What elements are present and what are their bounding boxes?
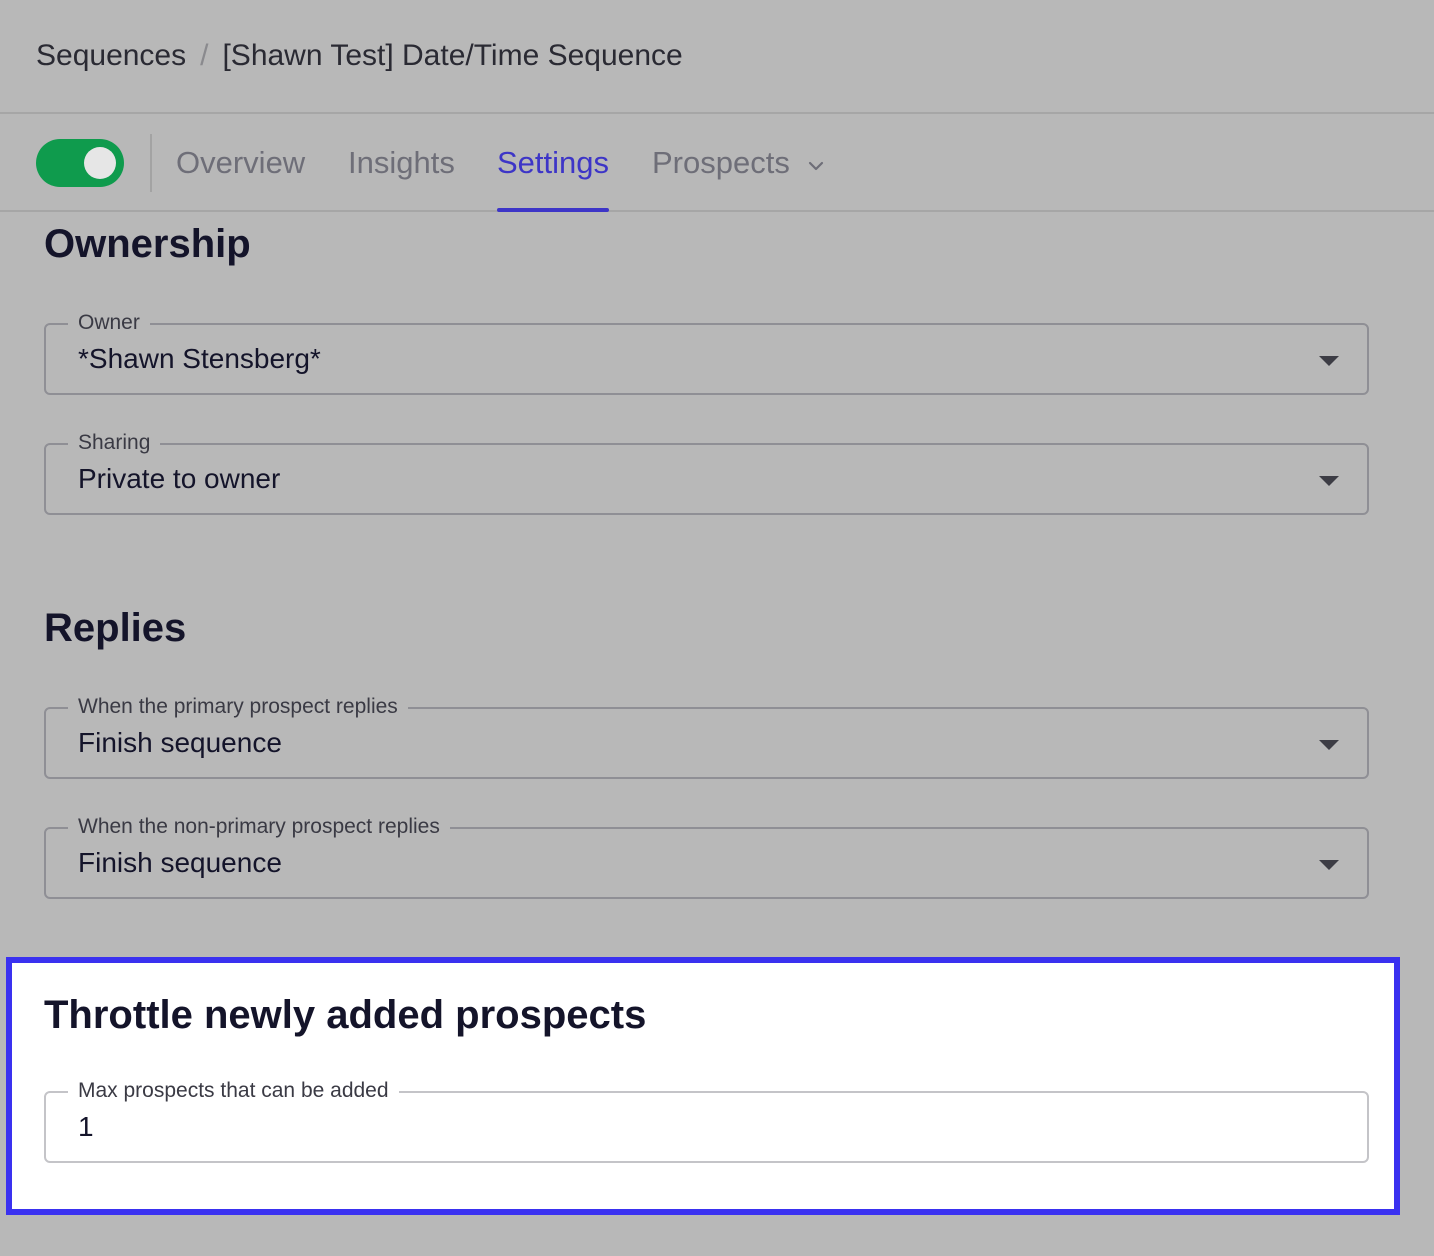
breadcrumb-sequences-link[interactable]: Sequences xyxy=(36,39,186,73)
throttle-highlight-box: Throttle newly added prospects Max prosp… xyxy=(6,957,1400,1215)
tab-divider xyxy=(150,134,152,192)
primary-reply-value: Finish sequence xyxy=(78,727,282,758)
sharing-value: Private to owner xyxy=(78,463,281,494)
owner-select[interactable]: Owner *Shawn Stensberg* xyxy=(44,311,1369,395)
toggle-knob xyxy=(84,147,116,179)
tab-insights[interactable]: Insights xyxy=(348,114,455,210)
replies-section-title: Replies xyxy=(44,606,187,650)
sharing-label: Sharing xyxy=(68,431,161,455)
sequence-active-toggle[interactable] xyxy=(36,139,124,187)
non-primary-reply-select[interactable]: When the non-primary prospect replies Fi… xyxy=(44,815,1369,899)
max-prospects-input[interactable]: Max prospects that can be added 1 xyxy=(44,1079,1369,1163)
dropdown-caret-icon xyxy=(1319,476,1339,486)
breadcrumb-separator: / xyxy=(200,39,209,72)
ownership-section-title: Ownership xyxy=(44,222,251,266)
chevron-down-icon xyxy=(808,112,824,210)
primary-reply-select[interactable]: When the primary prospect replies Finish… xyxy=(44,695,1369,779)
tab-settings[interactable]: Settings xyxy=(497,114,610,212)
dropdown-caret-icon xyxy=(1319,356,1339,366)
sharing-select[interactable]: Sharing Private to owner xyxy=(44,431,1369,515)
primary-reply-label: When the primary prospect replies xyxy=(68,695,408,719)
tab-overview[interactable]: Overview xyxy=(176,114,305,210)
breadcrumb: Sequences / [Shawn Test] Date/Time Seque… xyxy=(36,39,683,73)
owner-label: Owner xyxy=(68,311,150,335)
owner-value: *Shawn Stensberg* xyxy=(78,343,321,374)
breadcrumb-current: [Shawn Test] Date/Time Sequence xyxy=(222,39,683,72)
non-primary-reply-value: Finish sequence xyxy=(78,847,282,878)
dropdown-caret-icon xyxy=(1319,860,1339,870)
max-prospects-label: Max prospects that can be added xyxy=(68,1079,399,1103)
page-header: Sequences / [Shawn Test] Date/Time Seque… xyxy=(0,0,1434,114)
throttle-section-title: Throttle newly added prospects xyxy=(44,993,647,1037)
non-primary-reply-label: When the non-primary prospect replies xyxy=(68,815,450,839)
active-tab-indicator xyxy=(497,208,610,212)
tab-settings-label: Settings xyxy=(497,145,610,180)
tab-prospects[interactable]: Prospects xyxy=(652,114,824,210)
tab-prospects-label: Prospects xyxy=(652,145,790,180)
max-prospects-value: 1 xyxy=(78,1111,94,1142)
tab-bar: Overview Insights Settings Prospects xyxy=(0,114,1434,212)
dropdown-caret-icon xyxy=(1319,740,1339,750)
